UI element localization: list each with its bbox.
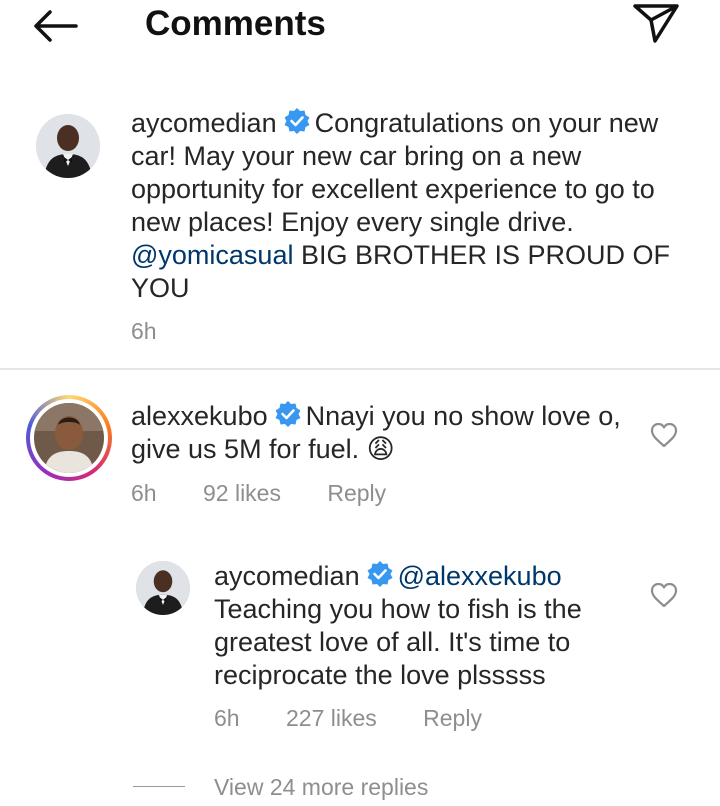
avatar-image xyxy=(34,403,104,473)
likes-count[interactable]: 92 likes xyxy=(203,480,281,506)
avatar-image xyxy=(36,114,100,178)
avatar xyxy=(34,403,104,473)
verified-badge-icon xyxy=(275,401,301,427)
heart-like-icon[interactable] xyxy=(650,582,678,608)
view-more-divider xyxy=(133,786,185,787)
username[interactable]: alexxekubo xyxy=(131,401,268,431)
back-arrow-icon[interactable] xyxy=(30,6,80,46)
avatar[interactable] xyxy=(36,114,100,178)
comment-text: Teaching you how to fish is the greatest… xyxy=(214,594,582,690)
comment-time: 6h xyxy=(131,318,157,344)
mention-link[interactable]: @yomicasual xyxy=(131,240,293,270)
mention-link[interactable]: @alexxekubo xyxy=(398,561,562,591)
reply-button[interactable]: Reply xyxy=(423,705,482,731)
comment-meta: 6h 227 likes Reply xyxy=(214,704,522,732)
likes-count[interactable]: 227 likes xyxy=(286,705,377,731)
page-title: Comments xyxy=(145,4,326,43)
comment: alexxekubo Nnayi you no show love o, give… xyxy=(131,400,631,466)
heart-like-icon[interactable] xyxy=(650,422,678,448)
username[interactable]: aycomedian xyxy=(131,108,277,138)
avatar-image xyxy=(136,561,190,615)
comment-time: 6h xyxy=(131,480,157,506)
avatar-story-ring[interactable] xyxy=(26,395,112,481)
avatar[interactable] xyxy=(136,561,190,615)
caption-comment: aycomedian Congratulations on your new ca… xyxy=(131,107,671,305)
caption-divider xyxy=(0,368,720,370)
reply-comment: aycomedian @alexxekubo Teaching you how to… xyxy=(214,560,634,692)
verified-badge-icon xyxy=(367,561,393,587)
weary-face-emoji: 😩 xyxy=(366,434,395,464)
verified-badge-icon xyxy=(284,108,310,134)
username[interactable]: aycomedian xyxy=(214,561,360,591)
comment-meta: 6h 92 likes Reply xyxy=(131,479,426,507)
reply-button[interactable]: Reply xyxy=(327,480,386,506)
send-direct-icon[interactable] xyxy=(632,2,680,44)
view-more-replies[interactable]: View 24 more replies xyxy=(214,773,428,801)
comment-meta: 6h xyxy=(131,317,197,345)
comment-time: 6h xyxy=(214,705,240,731)
